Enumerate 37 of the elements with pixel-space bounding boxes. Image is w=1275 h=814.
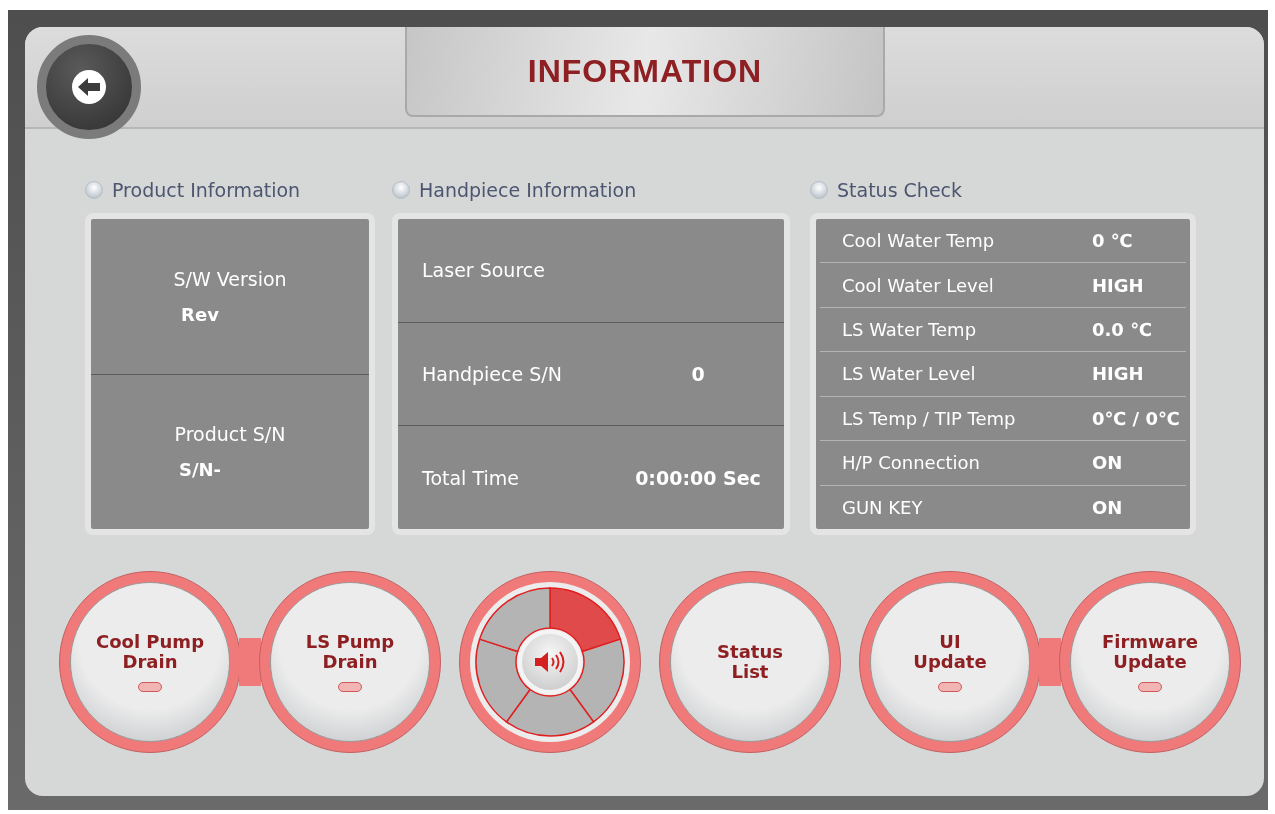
status-label: LS Temp / TIP Temp: [842, 407, 1017, 429]
section-heading: Handpiece Information: [419, 179, 637, 201]
field-value: S/N-: [178, 459, 222, 481]
round-button[interactable]: UI Update: [870, 582, 1030, 742]
status-value: 0℃ / 0℃: [1092, 407, 1181, 429]
bullet-icon: [85, 181, 103, 199]
section-heading: Status Check: [837, 179, 963, 201]
field-value: Rev: [181, 303, 219, 325]
status-label: LS Water Temp: [842, 319, 978, 341]
field-label: Laser Source: [422, 259, 546, 282]
status-label: Cool Water Temp: [842, 230, 996, 252]
status-label: GUN KEY: [842, 496, 924, 518]
field-label: Product S/N: [174, 423, 286, 446]
status-label: LS Water Level: [842, 363, 977, 385]
speaker-icon: [533, 650, 567, 674]
status-value: 0.0 ℃: [1092, 319, 1153, 341]
round-button[interactable]: Cool Pump Drain: [70, 582, 230, 742]
round-button[interactable]: LS Pump Drain: [270, 582, 430, 742]
status-value: ON: [1092, 496, 1124, 518]
round-button[interactable]: Status List: [670, 582, 830, 742]
status-value: HIGH: [1092, 363, 1145, 385]
bullet-icon: [392, 181, 410, 199]
status-label: Cool Water Level: [842, 274, 995, 296]
bullet-icon: [810, 181, 828, 199]
status-label: H/P Connection: [842, 452, 982, 474]
field-value: 0: [690, 363, 706, 385]
field-label: Total Time: [422, 466, 520, 489]
status-value: ON: [1092, 452, 1124, 474]
field-label: S/W Version: [173, 267, 287, 290]
round-button[interactable]: Firmware Update: [1070, 582, 1230, 742]
field-value: 0:00:00 Sec: [634, 466, 762, 489]
field-label: Handpiece S/N: [422, 363, 563, 385]
volume-dial[interactable]: [470, 582, 630, 742]
status-value: HIGH: [1092, 274, 1145, 296]
page-title: INFORMATION: [527, 52, 763, 90]
section-heading: Product Information: [112, 179, 301, 201]
status-value: 0 ℃: [1092, 230, 1134, 252]
